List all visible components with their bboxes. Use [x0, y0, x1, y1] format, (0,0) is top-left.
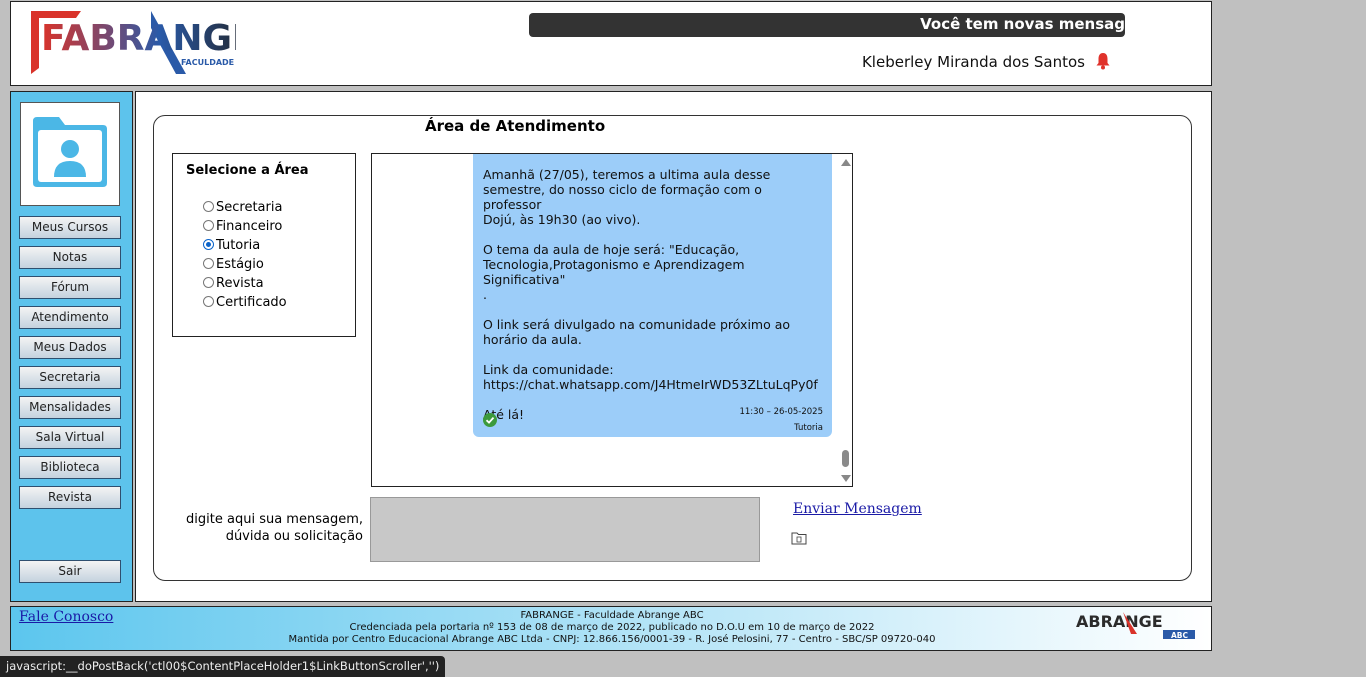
footer-line-3: Mantida por Centro Educacional Abrange A…	[288, 634, 936, 645]
svg-text:ABRANGE: ABRANGE	[1076, 612, 1163, 631]
message-paragraph: O link será divulgado na comunidade próx…	[483, 317, 791, 347]
attach-file-icon[interactable]	[791, 531, 807, 545]
avatar	[20, 102, 120, 206]
message-area: Tutoria	[794, 423, 823, 433]
radio-button[interactable]	[203, 277, 214, 288]
scroll-thumb[interactable]	[842, 450, 849, 467]
message-timestamp: 11:30 – 26-05-2025	[739, 407, 823, 417]
abrange-logo: ABRANGE ABC	[1076, 612, 1195, 640]
user-name: Kleberley Miranda dos Santos	[861, 53, 1085, 71]
svg-text:ABC: ABC	[1171, 631, 1189, 640]
header: FABRANGE FACULDADE Você tem novas mensag…	[10, 1, 1212, 86]
ticker-text: Você tem novas mensag	[920, 15, 1125, 33]
news-ticker[interactable]: Você tem novas mensag	[529, 13, 1125, 37]
message-paragraph: Amanhã (27/05), teremos a ultima aula de…	[483, 167, 771, 227]
radio-button-checked[interactable]	[203, 239, 214, 250]
user-folder-icon	[33, 117, 107, 187]
sidebar-item-notas[interactable]: Notas	[19, 246, 121, 269]
sidebar-item-forum[interactable]: Fórum	[19, 276, 121, 299]
footer-line-1: FABRANGE - Faculdade Abrange ABC	[520, 610, 704, 621]
logout-button[interactable]: Sair	[19, 560, 121, 583]
radio-tutoria[interactable]: Tutoria	[203, 236, 260, 255]
scroll-down-arrow-icon[interactable]	[841, 475, 851, 482]
area-selector-title: Selecione a Área	[186, 163, 309, 178]
browser-status-bar: javascript:__doPostBack('ctl00$ContentPl…	[0, 656, 446, 677]
footer: Fale Conosco FABRANGE - Faculdade Abrang…	[10, 606, 1212, 651]
sidebar-item-meus-dados[interactable]: Meus Dados	[19, 336, 121, 359]
main-content: Área de Atendimento Selecione a Área Sec…	[135, 91, 1212, 602]
scroll-up-arrow-icon[interactable]	[841, 159, 851, 166]
sidebar: Meus Cursos Notas Fórum Atendimento Meus…	[10, 91, 133, 602]
bell-icon[interactable]	[1095, 52, 1111, 70]
message-input-label: digite aqui sua mensagem, dúvida ou soli…	[186, 512, 363, 544]
radio-estagio[interactable]: Estágio	[203, 255, 264, 274]
radio-certificado[interactable]: Certificado	[203, 293, 287, 312]
message-paragraph: O tema da aula de hoje será: "Educação, …	[483, 242, 745, 302]
radio-button[interactable]	[203, 258, 214, 269]
message-input[interactable]	[370, 497, 760, 562]
svg-text:FABRANGE: FABRANGE	[41, 18, 236, 59]
sidebar-item-mensalidades[interactable]: Mensalidades	[19, 396, 121, 419]
svg-text:FACULDADE: FACULDADE	[181, 58, 234, 67]
sidebar-item-biblioteca[interactable]: Biblioteca	[19, 456, 121, 479]
radio-button[interactable]	[203, 220, 214, 231]
check-circle-icon	[483, 413, 497, 427]
radio-button[interactable]	[203, 296, 214, 307]
footer-line-2: Credenciada pela portaria nº 153 de 08 d…	[349, 622, 875, 633]
sidebar-item-atendimento[interactable]: Atendimento	[19, 306, 121, 329]
page-title: Área de Atendimento	[425, 117, 606, 135]
message-history[interactable]: Amanhã (27/05), teremos a ultima aula de…	[371, 153, 853, 487]
radio-revista[interactable]: Revista	[203, 274, 264, 293]
message-paragraph: Link da comunidade: https://chat.whatsap…	[483, 362, 818, 392]
fabrange-logo[interactable]: FABRANGE FACULDADE	[21, 8, 257, 82]
message-bubble: Amanhã (27/05), teremos a ultima aula de…	[473, 154, 832, 437]
radio-secretaria[interactable]: Secretaria	[203, 198, 282, 217]
area-selector: Selecione a Área Secretaria Financeiro T…	[172, 153, 356, 337]
scrollbar[interactable]	[838, 154, 852, 486]
sidebar-item-secretaria[interactable]: Secretaria	[19, 366, 121, 389]
radio-button[interactable]	[203, 201, 214, 212]
radio-financeiro[interactable]: Financeiro	[203, 217, 282, 236]
send-message-link[interactable]: Enviar Mensagem	[793, 501, 922, 517]
sidebar-item-sala-virtual[interactable]: Sala Virtual	[19, 426, 121, 449]
sidebar-item-meus-cursos[interactable]: Meus Cursos	[19, 216, 121, 239]
sidebar-item-revista[interactable]: Revista	[19, 486, 121, 509]
